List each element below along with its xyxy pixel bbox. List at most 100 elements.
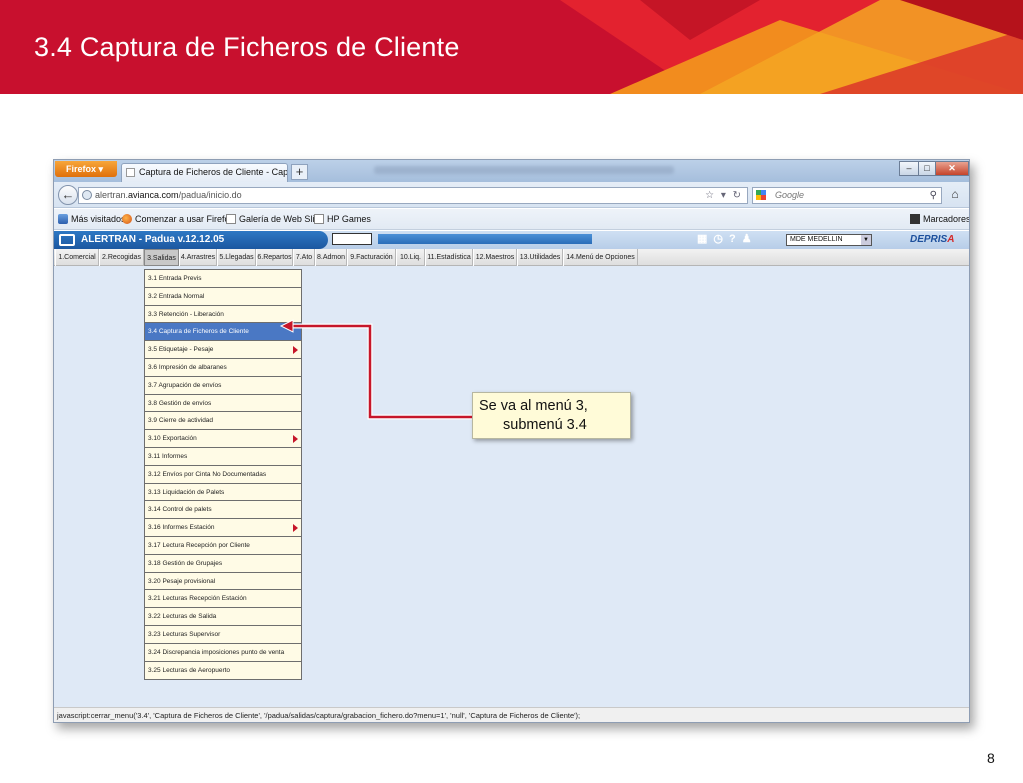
menu-item[interactable]: 12.Maestros (473, 249, 517, 266)
submenu-item-label: 3.13 Liquidación de Palets (148, 488, 225, 496)
menu-item[interactable]: 3.Salidas (144, 249, 179, 266)
submenu-item[interactable]: 3.9 Cierre de actividad (145, 412, 301, 431)
bookmark-hp-games[interactable]: HP Games (314, 214, 371, 224)
app-quick-input[interactable] (332, 233, 372, 245)
submenu-item[interactable]: 3.18 Gestión de Grupajes (145, 555, 301, 573)
app-progress-bar (378, 234, 592, 244)
submenu-item[interactable]: 3.23 Lecturas Supervisor (145, 626, 301, 644)
submenu-arrow-icon (293, 435, 298, 444)
slide-header: 3.4 Captura de Ficheros de Cliente (0, 0, 1023, 94)
back-arrow-icon[interactable]: ← (58, 185, 78, 205)
tab-favicon-icon (126, 168, 135, 177)
submenu-item[interactable]: 3.12 Envíos por Cinta No Documentadas (145, 466, 301, 484)
clock-icon[interactable]: ◷ (713, 233, 729, 245)
menu-item[interactable]: 1.Comercial (55, 249, 99, 266)
bookmark-label: Galería de Web Slice (239, 214, 324, 224)
truck-icon (59, 234, 75, 246)
submenu-item-label: 3.16 Informes Estación (148, 524, 215, 532)
submenu-item-label: 3.23 Lecturas Supervisor (148, 630, 221, 638)
tab-title: Captura de Ficheros de Cliente - Captura… (139, 167, 288, 177)
bookmarks-menu-label: Marcadores (923, 214, 970, 224)
menu-item[interactable]: 14.Menú de Opciones (563, 249, 638, 266)
menu-item[interactable]: 2.Recogidas (99, 249, 144, 266)
menu-item[interactable]: 10.Liq. (396, 249, 425, 266)
submenu-item-label: 3.7 Agrupación de envíos (148, 381, 222, 389)
bookmark-web-slice[interactable]: Galería de Web Slice (226, 214, 324, 224)
browser-tab[interactable]: Captura de Ficheros de Cliente - Captura… (121, 163, 288, 182)
submenu-item-label: 3.1 Entrada Previs (148, 275, 202, 282)
submenu-item[interactable]: 3.10 Exportación (145, 430, 301, 448)
submenu-item[interactable]: 3.13 Liquidación de Palets (145, 484, 301, 502)
browser-titlebar: Firefox ▾ Captura de Ficheros de Cliente… (54, 160, 969, 182)
submenu-item[interactable]: 3.5 Etiquetaje - Pesaje (145, 341, 301, 359)
bookmark-getting-started[interactable]: Comenzar a usar Firefox (122, 214, 234, 224)
menu-item[interactable]: 4.Arrastres (179, 249, 217, 266)
submenu-item-label: 3.6 Impresión de albaranes (148, 363, 227, 371)
menu-item[interactable]: 9.Facturación (347, 249, 396, 266)
submenu-item[interactable]: 3.3 Retención - Liberación (145, 306, 301, 324)
submenu-item[interactable]: 3.7 Agrupación de envíos (145, 377, 301, 395)
menu-item[interactable]: 5.Llegadas (217, 249, 256, 266)
submenu-item[interactable]: 3.8 Gestión de envíos (145, 395, 301, 413)
submenu-item[interactable]: 3.11 Informes (145, 448, 301, 466)
bookmark-star-icon[interactable]: ☆ ▾ ↻ (705, 188, 743, 203)
submenu-item[interactable]: 3.22 Lecturas de Salida (145, 608, 301, 626)
search-icon[interactable]: ⚲ (930, 188, 937, 203)
close-window-button[interactable]: ✕ (935, 161, 969, 176)
submenu-item[interactable]: 3.20 Pesaje provisional (145, 573, 301, 591)
submenu-item-label: 3.21 Lecturas Recepción Estación (148, 595, 247, 603)
brand-part2: A (947, 234, 955, 245)
menu-item[interactable]: 11.Estadística (425, 249, 473, 266)
submenu-item-label: 3.25 Lecturas de Aeropuerto (148, 666, 231, 674)
bookmarks-menu-button[interactable]: Marcadores (910, 214, 970, 224)
app-brand-logo: DEPRISA (910, 234, 954, 245)
search-placeholder: Google (775, 190, 805, 200)
user-icon[interactable]: ♟ (742, 233, 758, 245)
most-visited-icon (58, 214, 68, 224)
submenu-item-label: 3.5 Etiquetaje - Pesaje (148, 346, 214, 354)
submenu-item[interactable]: 3.25 Lecturas de Aeropuerto (145, 662, 301, 680)
firefox-menu-button[interactable]: Firefox ▾ (55, 161, 117, 177)
google-icon (756, 190, 766, 200)
minimize-button[interactable]: – (899, 161, 919, 176)
branch-select[interactable]: MDE MEDELLIN ▼ (786, 234, 872, 246)
submenu-item-label: 3.10 Exportación (148, 435, 197, 443)
globe-icon (82, 190, 92, 200)
bookmark-most-visited[interactable]: Más visitados (58, 214, 126, 224)
submenu-item[interactable]: 3.21 Lecturas Recepción Estación (145, 590, 301, 609)
submenu-item[interactable]: 3.16 Informes Estación (145, 519, 301, 537)
submenu-item-label: 3.4 Captura de Ficheros de Cliente (148, 328, 249, 336)
help-icon[interactable]: ? (729, 233, 742, 245)
page-icon (226, 214, 236, 224)
url-path: /padua/inicio.do (178, 190, 242, 200)
calendar-icon[interactable]: ▦ (697, 233, 713, 245)
submenu-item-label: 3.9 Cierre de actividad (148, 417, 214, 425)
submenu-item-label: 3.20 Pesaje provisional (148, 577, 216, 585)
branch-select-value: MDE MEDELLIN (790, 236, 843, 243)
submenu-item-label: 3.12 Envíos por Cinta No Documentadas (148, 470, 267, 478)
submenu-item-label: 3.11 Informes (148, 452, 188, 460)
menu-item[interactable]: 7.Ato (293, 249, 315, 266)
menu-item[interactable]: 13.Utilidades (517, 249, 563, 266)
menu-item[interactable]: 6.Repartos (256, 249, 293, 266)
bookmarks-icon (910, 214, 920, 224)
new-tab-button[interactable]: + (291, 164, 308, 180)
window-title-blurred (374, 166, 674, 174)
submenu-item[interactable]: 3.4 Captura de Ficheros de Cliente (145, 323, 301, 342)
submenu-arrow-icon (293, 524, 298, 533)
submenu-item[interactable]: 3.14 Control de palets (145, 501, 301, 520)
submenu-item[interactable]: 3.6 Impresión de albaranes (145, 359, 301, 377)
app-header: ALERTRAN - Padua v.12.12.05 ▦◷?♟ MDE MED… (54, 231, 969, 249)
submenu-item[interactable]: 3.2 Entrada Normal (145, 288, 301, 306)
firefox-menu-label: Firefox (66, 164, 97, 174)
submenu-item[interactable]: 3.24 Discrepancia imposiciones punto de … (145, 644, 301, 662)
maximize-button[interactable]: □ (918, 161, 936, 176)
submenu-item-label: 3.22 Lecturas de Salida (148, 613, 217, 621)
url-bar[interactable]: alertran.avianca.com/padua/inicio.do ☆ ▾… (78, 187, 748, 204)
search-input[interactable]: Google ⚲ (752, 187, 942, 204)
menu-item[interactable]: 8.Admon (315, 249, 347, 266)
browser-statusbar: javascript:cerrar_menu('3.4', 'Captura d… (54, 707, 969, 722)
home-icon[interactable]: ⌂ (948, 187, 962, 201)
submenu-item[interactable]: 3.1 Entrada Previs (145, 270, 301, 288)
submenu-item[interactable]: 3.17 Lectura Recepción por Cliente (145, 537, 301, 555)
